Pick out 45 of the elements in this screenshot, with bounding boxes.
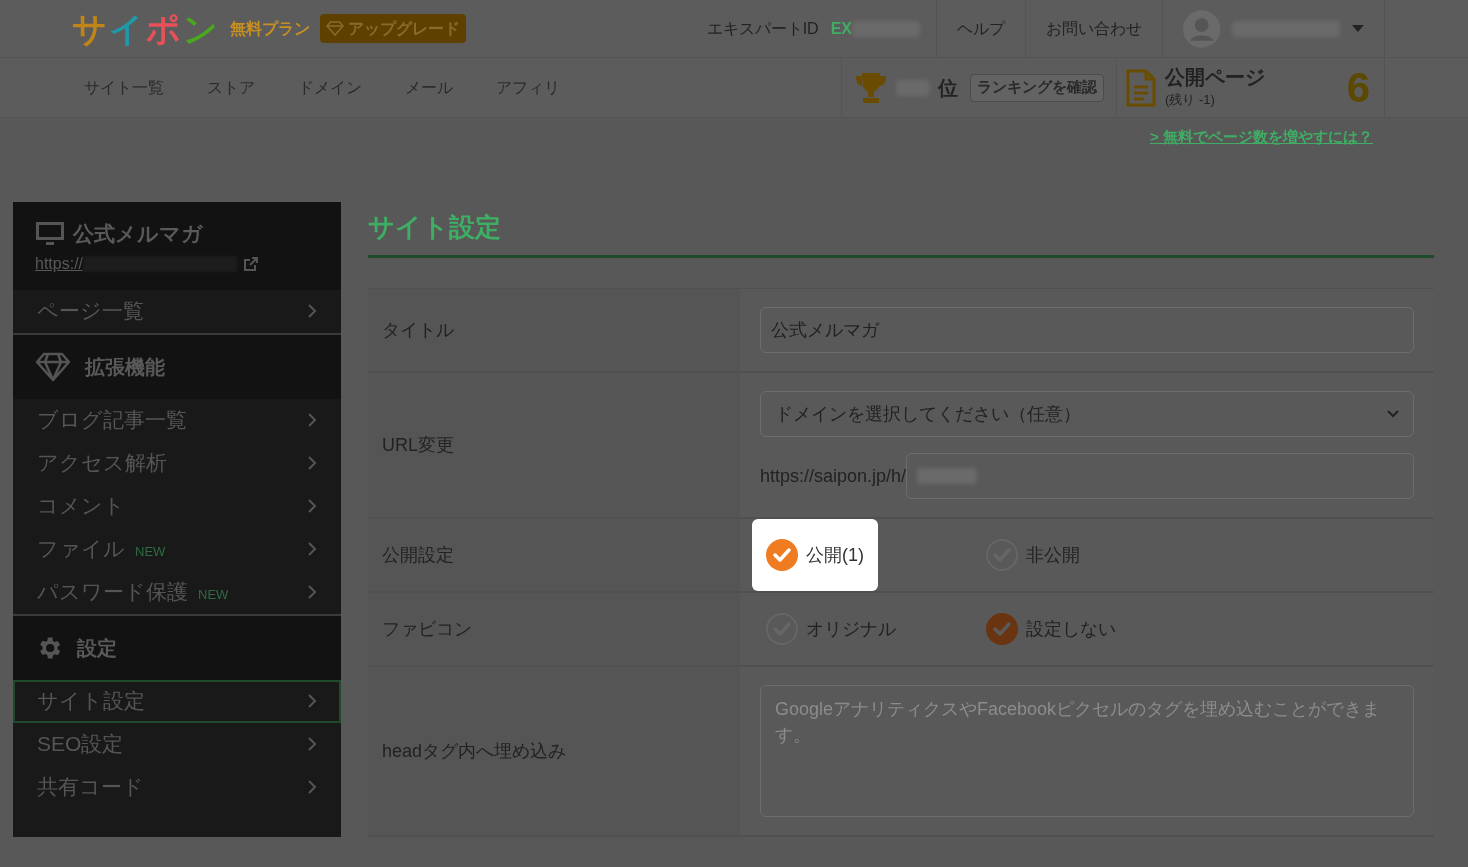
sidebar-item[interactable]: コメント (13, 484, 341, 528)
page-count: 6 (1346, 63, 1370, 113)
caret-down-icon (1352, 24, 1364, 33)
chevron-right-icon (307, 412, 317, 428)
new-label: NEW (135, 543, 166, 562)
diamond-icon (326, 21, 344, 36)
more-pages-link[interactable]: > 無料でページ数を増やすには？ (1150, 126, 1373, 202)
radio-option[interactable]: 公開(1) (752, 519, 878, 591)
header-link[interactable]: ヘルプ (937, 0, 1026, 57)
sidebar-item[interactable]: 共有コード (13, 765, 341, 809)
sidebar-item[interactable]: ブログ記事一覧 (13, 398, 341, 442)
new-label: NEW (198, 586, 229, 605)
plan-label: 無料プラン (230, 18, 310, 39)
chevron-right-icon (307, 498, 317, 514)
ranking-button[interactable]: ランキングを確認 (970, 73, 1104, 102)
chevron-down-icon (1387, 410, 1399, 418)
section-heading: 拡張機能 (85, 354, 165, 380)
chevron-right-icon (307, 303, 317, 319)
sidebar-item[interactable]: ファイル NEW (13, 527, 341, 571)
site-url-link[interactable]: https:// (35, 251, 84, 276)
trophy-icon (854, 70, 888, 105)
sidebar-item[interactable]: アクセス解析 (13, 441, 341, 485)
site-title: 公式メルマガ (73, 221, 203, 247)
expert-id-prefix: EX (830, 18, 852, 39)
radio-label: 公開(1) (806, 543, 864, 567)
sidebar-item[interactable]: ページ一覧 (13, 289, 341, 333)
chevron-right-icon (307, 455, 317, 471)
section-heading: 設定 (77, 635, 117, 661)
sidebar-item[interactable]: サイト設定 (13, 679, 341, 723)
chevron-right-icon (307, 584, 317, 600)
url-prefix: https://saipon.jp/h/ (760, 464, 907, 488)
logo[interactable]: サイ ポ ン (72, 11, 220, 46)
public-pages-title: 公開ページ (1165, 65, 1265, 91)
diamond-icon (35, 351, 71, 382)
sidebar-item[interactable]: パスワード保護 NEW (13, 570, 341, 614)
chevron-right-icon (307, 779, 317, 795)
chevron-right-icon (307, 736, 317, 752)
chevron-right-icon (307, 693, 317, 709)
document-icon (1125, 68, 1157, 107)
external-link-icon (243, 255, 260, 272)
chevron-right-icon (307, 541, 317, 557)
sidebar-item[interactable]: SEO設定 (13, 722, 341, 766)
page-title: サイト設定 (368, 211, 502, 244)
monitor-icon (35, 220, 65, 247)
rank-suffix: 位 (938, 75, 958, 101)
